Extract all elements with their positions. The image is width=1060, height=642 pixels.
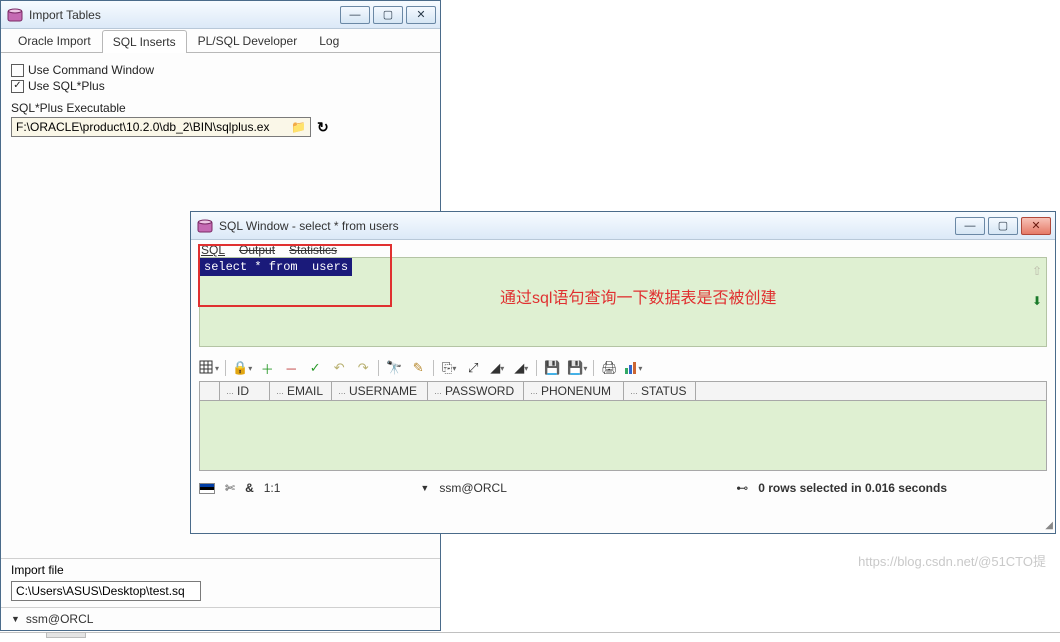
tab-pane: Use Command Window ✓ Use SQL*Plus SQL*Pl… <box>1 53 440 145</box>
tab-sql[interactable]: SQL <box>201 243 225 257</box>
connection-bar[interactable]: ▼ ssm@ORCL <box>1 607 440 630</box>
redo-button[interactable]: ↷ <box>354 359 372 377</box>
checkbox-icon: ✓ <box>11 80 24 93</box>
separator <box>225 360 226 376</box>
undo-button[interactable]: ↶ <box>330 359 348 377</box>
separator <box>593 360 594 376</box>
window-title: Import Tables <box>29 8 340 22</box>
app-icon <box>197 218 213 234</box>
rows-selected: 0 rows selected in 0.016 seconds <box>758 481 947 495</box>
separator <box>536 360 537 376</box>
sort-asc-icon[interactable]: ◢▾ <box>488 359 506 377</box>
tab-sql-inserts[interactable]: SQL Inserts <box>102 30 187 53</box>
grid-button[interactable]: ▾ <box>199 359 219 377</box>
sqlplus-exec-field[interactable]: F:\ORACLE\product\10.2.0\db_2\BIN\sqlplu… <box>11 117 311 137</box>
watermark: https://blog.csdn.net/@51CTO提 <box>858 551 1046 570</box>
checkbox-label: Use SQL*Plus <box>28 79 105 93</box>
chart-icon[interactable]: ▾ <box>624 359 642 377</box>
resize-grip[interactable]: ◢ <box>1045 520 1053 531</box>
tab-bar: Oracle Import SQL Inserts PL/SQL Develop… <box>1 29 440 53</box>
use-command-window-checkbox[interactable]: Use Command Window <box>11 63 430 77</box>
page-border <box>0 632 1060 642</box>
tab-oracle-import[interactable]: Oracle Import <box>7 29 102 52</box>
result-grid[interactable]: …ID …EMAIL …USERNAME …PASSWORD …PHONENUM… <box>199 381 1047 471</box>
save-icon[interactable]: 💾 <box>543 359 561 377</box>
scroll-up-icon[interactable]: ⇧ <box>1032 264 1042 278</box>
checkbox-icon <box>11 64 24 77</box>
titlebar[interactable]: SQL Window - select * from users — ▢ ✕ <box>191 212 1055 240</box>
row-selector-col[interactable] <box>200 382 220 400</box>
status-connection: ssm@ORCL <box>439 481 507 495</box>
sort-desc-icon[interactable]: ◢▾ <box>512 359 530 377</box>
find-icon[interactable]: 🔭 <box>385 359 403 377</box>
folder-icon[interactable]: 📁 <box>291 120 306 134</box>
cursor-pos: 1:1 <box>264 481 281 495</box>
chevron-down-icon[interactable]: ▼ <box>420 483 429 493</box>
status-bar: ✄ & 1:1 ▼ ssm@ORCL ⊷ 0 rows selected in … <box>199 481 1047 495</box>
lock-icon[interactable]: 🔒▾ <box>232 359 252 377</box>
col-id[interactable]: …ID <box>220 382 270 400</box>
print-icon[interactable]: 🖨 <box>600 359 618 377</box>
refresh-icon[interactable]: ↻ <box>317 119 329 136</box>
flag-icon <box>199 483 215 494</box>
minimize-button[interactable]: — <box>955 217 985 235</box>
app-icon <box>7 7 23 23</box>
pin-icon[interactable]: ⊷ <box>736 481 748 495</box>
delete-row-button[interactable]: － <box>282 359 300 377</box>
annotation-text: 通过sql语句查询一下数据表是否被创建 <box>500 284 776 308</box>
checkbox-label: Use Command Window <box>28 63 154 77</box>
import-file-field[interactable]: C:\Users\ASUS\Desktop\test.sq <box>11 581 201 601</box>
tab-plsql-developer[interactable]: PL/SQL Developer <box>187 29 309 52</box>
connection-label: ssm@ORCL <box>26 612 94 626</box>
tab-statistics[interactable]: Statistics <box>289 243 337 257</box>
sqlplus-exec-label: SQL*Plus Executable <box>11 101 430 115</box>
sql-window: SQL Window - select * from users — ▢ ✕ S… <box>190 211 1056 534</box>
col-username[interactable]: …USERNAME <box>332 382 428 400</box>
separator <box>378 360 379 376</box>
copy-icon[interactable]: ⎘▾ <box>440 359 458 377</box>
scissors-icon[interactable]: ✄ <box>225 481 235 495</box>
grid-toolbar: ▾ 🔒▾ ＋ － ✓ ↶ ↷ 🔭 ✎ ⎘▾ ⤢ ◢▾ ◢▾ 💾 💾▾ 🖨 ▾ <box>199 359 1047 377</box>
maximize-button[interactable]: ▢ <box>373 6 403 24</box>
edit-icon[interactable]: ✎ <box>409 359 427 377</box>
titlebar[interactable]: Import Tables — ▢ ✕ <box>1 1 440 29</box>
sql-query-text: select * from users <box>200 258 352 276</box>
add-row-button[interactable]: ＋ <box>258 359 276 377</box>
window-title: SQL Window - select * from users <box>219 219 955 233</box>
result-tabs: SQL Output Statistics <box>191 240 1055 257</box>
import-file-value: C:\Users\ASUS\Desktop\test.sq <box>16 584 185 598</box>
col-phonenum[interactable]: …PHONENUM <box>524 382 624 400</box>
close-button[interactable]: ✕ <box>1021 217 1051 235</box>
col-email[interactable]: …EMAIL <box>270 382 332 400</box>
sql-editor[interactable]: select * from users 通过sql语句查询一下数据表是否被创建 … <box>199 257 1047 347</box>
col-password[interactable]: …PASSWORD <box>428 382 524 400</box>
chevron-down-icon: ▼ <box>11 614 20 624</box>
scroll-down-icon[interactable]: ⬇ <box>1032 294 1042 308</box>
expand-icon[interactable]: ⤢ <box>464 359 482 377</box>
tab-log[interactable]: Log <box>308 29 350 52</box>
grid-header: …ID …EMAIL …USERNAME …PASSWORD …PHONENUM… <box>200 382 1046 401</box>
col-status[interactable]: …STATUS <box>624 382 696 400</box>
import-file-label: Import file <box>11 563 430 577</box>
saveas-icon[interactable]: 💾▾ <box>567 359 587 377</box>
scrollbar-piece <box>46 632 86 638</box>
sqlplus-exec-value: F:\ORACLE\product\10.2.0\db_2\BIN\sqlplu… <box>16 120 269 134</box>
minimize-button[interactable]: — <box>340 6 370 24</box>
amp-icon[interactable]: & <box>245 481 254 495</box>
maximize-button[interactable]: ▢ <box>988 217 1018 235</box>
use-sqlplus-checkbox[interactable]: ✓ Use SQL*Plus <box>11 79 430 93</box>
commit-button[interactable]: ✓ <box>306 359 324 377</box>
tab-output[interactable]: Output <box>239 243 275 257</box>
separator <box>433 360 434 376</box>
close-button[interactable]: ✕ <box>406 6 436 24</box>
